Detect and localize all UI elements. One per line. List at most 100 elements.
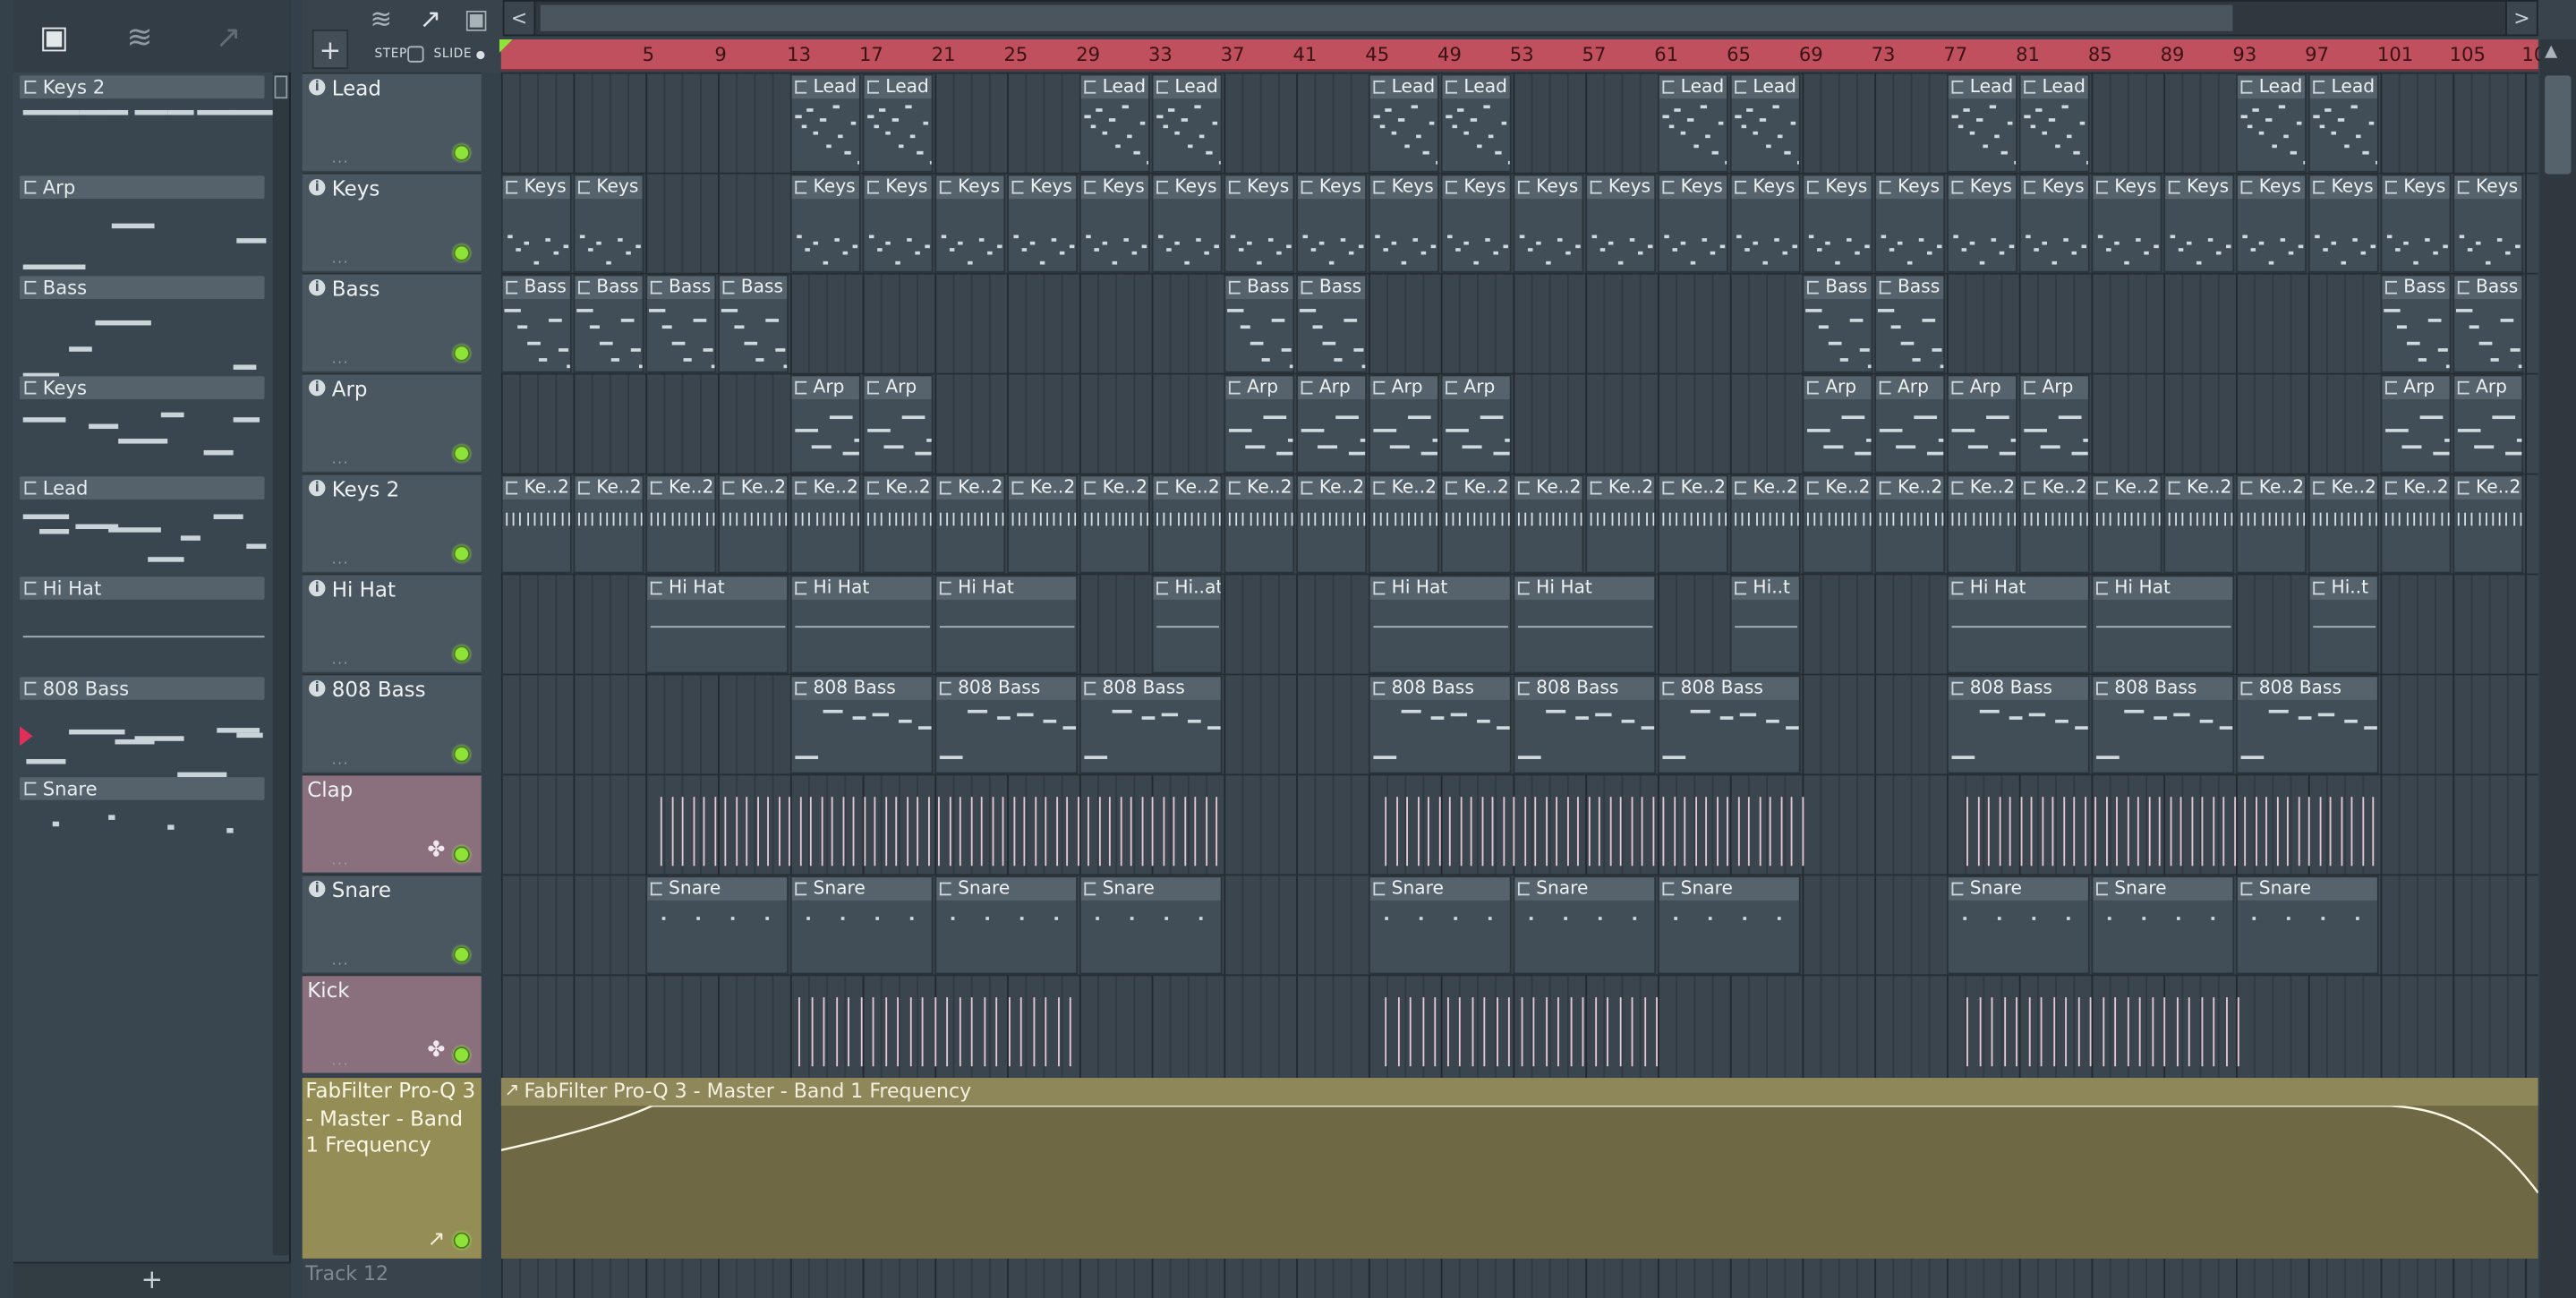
clip-header[interactable]: Arp [1804,376,1872,400]
pattern-clip[interactable]: Lead [2236,73,2307,173]
ruler-bar-number[interactable]: 105 [2450,43,2486,68]
pattern-icon[interactable]: ▣ [456,4,496,37]
pattern-clip[interactable]: Ke..2 [2091,474,2162,574]
pattern-clip[interactable]: 808 Bass [934,675,1079,774]
pattern-clip[interactable]: Snare [934,875,1079,975]
clip-header[interactable]: Keys [1153,175,1221,200]
pattern-clip[interactable]: Lead [789,73,861,173]
pattern-clip[interactable]: Ke..2 [1151,474,1223,574]
pattern-clip[interactable]: Snare [2091,875,2235,975]
clip-header[interactable]: Bass [719,276,788,300]
ruler-bar-number[interactable]: 53 [1510,43,1534,68]
pattern-clip[interactable]: Keys [2236,174,2307,273]
clip-header[interactable]: Ke..2 [2309,476,2377,500]
pattern-clip[interactable]: Ke..2 [1296,474,1368,574]
track-grip-icon[interactable]: ... [332,753,350,768]
pattern-clip[interactable]: Arp [1440,374,1512,474]
ruler-bar-number[interactable]: 85 [2088,43,2112,68]
pattern-clip[interactable]: Keys [1296,174,1368,273]
pattern-clip[interactable]: Keys [2380,174,2452,273]
clip-header[interactable]: Lead [2020,75,2088,99]
clip-header[interactable]: Keys [1876,175,1944,200]
track-info-icon[interactable]: i [309,679,326,697]
pattern-clip[interactable]: Keys [2091,174,2162,273]
track-lane[interactable] [500,272,2538,373]
picker-item-808-bass[interactable]: 808 Bass [20,677,265,778]
pattern-clip[interactable]: Arp [2452,374,2524,474]
clip-header[interactable]: Keys [864,175,932,200]
clip-header[interactable]: Arp [1225,376,1293,400]
clip-header[interactable]: Snare [2237,877,2377,901]
clip-header[interactable]: Arp [1369,376,1438,400]
clip-header[interactable]: Hi Hat [2093,576,2233,600]
picker-item-header[interactable]: Keys 2 [20,75,265,99]
pattern-clip[interactable]: Ke..2 [1874,474,1946,574]
clip-header[interactable]: Hi..t [2309,576,2377,600]
track-info-icon[interactable]: i [309,279,326,296]
picker-scrollbar[interactable] [272,72,290,1256]
pattern-clip[interactable]: 808 Bass [1657,675,1801,774]
track-info-icon[interactable]: i [309,579,326,597]
pattern-clip[interactable]: Arp [862,374,934,474]
clip-header[interactable]: Bass [1225,276,1293,300]
ruler-bar-number[interactable]: 65 [1727,43,1751,68]
pattern-clip[interactable]: Hi..t [1729,575,1801,674]
clip-header[interactable]: Lead [1442,75,1510,99]
clip-header[interactable]: Arp [791,376,859,400]
clip-header[interactable]: Keys [1514,175,1582,200]
picker-item-header[interactable]: Keys [20,376,265,400]
clip-header[interactable]: Keys [2382,175,2450,200]
clip-header[interactable]: Arp [2382,376,2450,400]
pattern-clip[interactable]: Snare [645,875,789,975]
automation-clip[interactable]: ↗ FabFilter Pro-Q 3 - Master - Band 1 Fr… [500,1078,2538,1259]
pattern-clip[interactable]: Ke..2 [645,474,717,574]
playlist-grid[interactable]: Lead Lead Lead Lead Lead Lead Lead Lead Lead Lead… [500,72,2538,1298]
ruler-bar-number[interactable]: 81 [2016,43,2040,68]
clip-header[interactable]: Keys [575,175,643,200]
clip-header[interactable]: Keys [1369,175,1438,200]
track-mute-led[interactable] [453,746,470,763]
pattern-clip[interactable]: Ke..2 [1368,474,1439,574]
picker-item-lead[interactable]: Lead [20,476,267,577]
clip-header[interactable]: Keys [1225,175,1293,200]
pattern-clip[interactable]: Hi Hat [645,575,789,674]
clip-header[interactable]: Bass [575,276,643,300]
pattern-clip[interactable]: Lead [1440,73,1512,173]
track-mute-led[interactable] [453,545,470,562]
clip-header[interactable]: Snare [1659,877,1799,901]
pattern-clip[interactable]: Keys [1874,174,1946,273]
ruler-bar-number[interactable]: 25 [1003,43,1028,68]
vertical-scroll-thumb[interactable] [2545,75,2572,175]
pattern-clip[interactable]: Keys [1585,174,1657,273]
ruler-bar-number[interactable]: 73 [1872,43,1896,68]
clip-header[interactable]: Keys [936,175,1004,200]
pattern-clip[interactable]: Arp [1874,374,1946,474]
track-mute-led[interactable] [453,846,470,863]
track-grip-icon[interactable]: ... [332,352,350,367]
pattern-clip[interactable]: Ke..2 [1657,474,1728,574]
pattern-clip[interactable]: Lead [1151,73,1223,173]
track-mute-led[interactable] [453,144,470,161]
automation-clip-icon[interactable]: ↗ [411,4,450,37]
clip-header[interactable]: Ke..2 [1442,476,1510,500]
track-header-kick[interactable]: Kick... ✤ [302,974,482,1073]
pattern-clip[interactable]: 808 Bass [789,675,934,774]
picker-item-header[interactable]: Arp [20,175,265,200]
pattern-clip[interactable]: Keys [1224,174,1295,273]
clip-header[interactable]: 808 Bass [2237,677,2377,700]
pattern-clip[interactable]: Bass [645,274,717,373]
pattern-clip[interactable]: Keys [500,174,572,273]
track-mute-led[interactable] [453,1046,470,1063]
clip-header[interactable]: Hi..at [1153,576,1221,600]
pattern-clip[interactable]: Bass [573,274,644,373]
track-header-lead[interactable]: i Lead... [302,72,482,171]
clip-header[interactable]: Lead [1369,75,1438,99]
pattern-clip[interactable]: Snare [1368,875,1512,975]
pattern-clip[interactable]: Bass [1874,274,1946,373]
clip-header[interactable]: Keys [1298,175,1366,200]
clip-header[interactable]: Ke..2 [1008,476,1077,500]
add-track-button[interactable]: + [311,30,349,70]
pattern-clip[interactable]: Ke..2 [1947,474,2017,574]
clip-header[interactable]: Lead [864,75,932,99]
clip-header[interactable]: Lead [1948,75,2017,99]
